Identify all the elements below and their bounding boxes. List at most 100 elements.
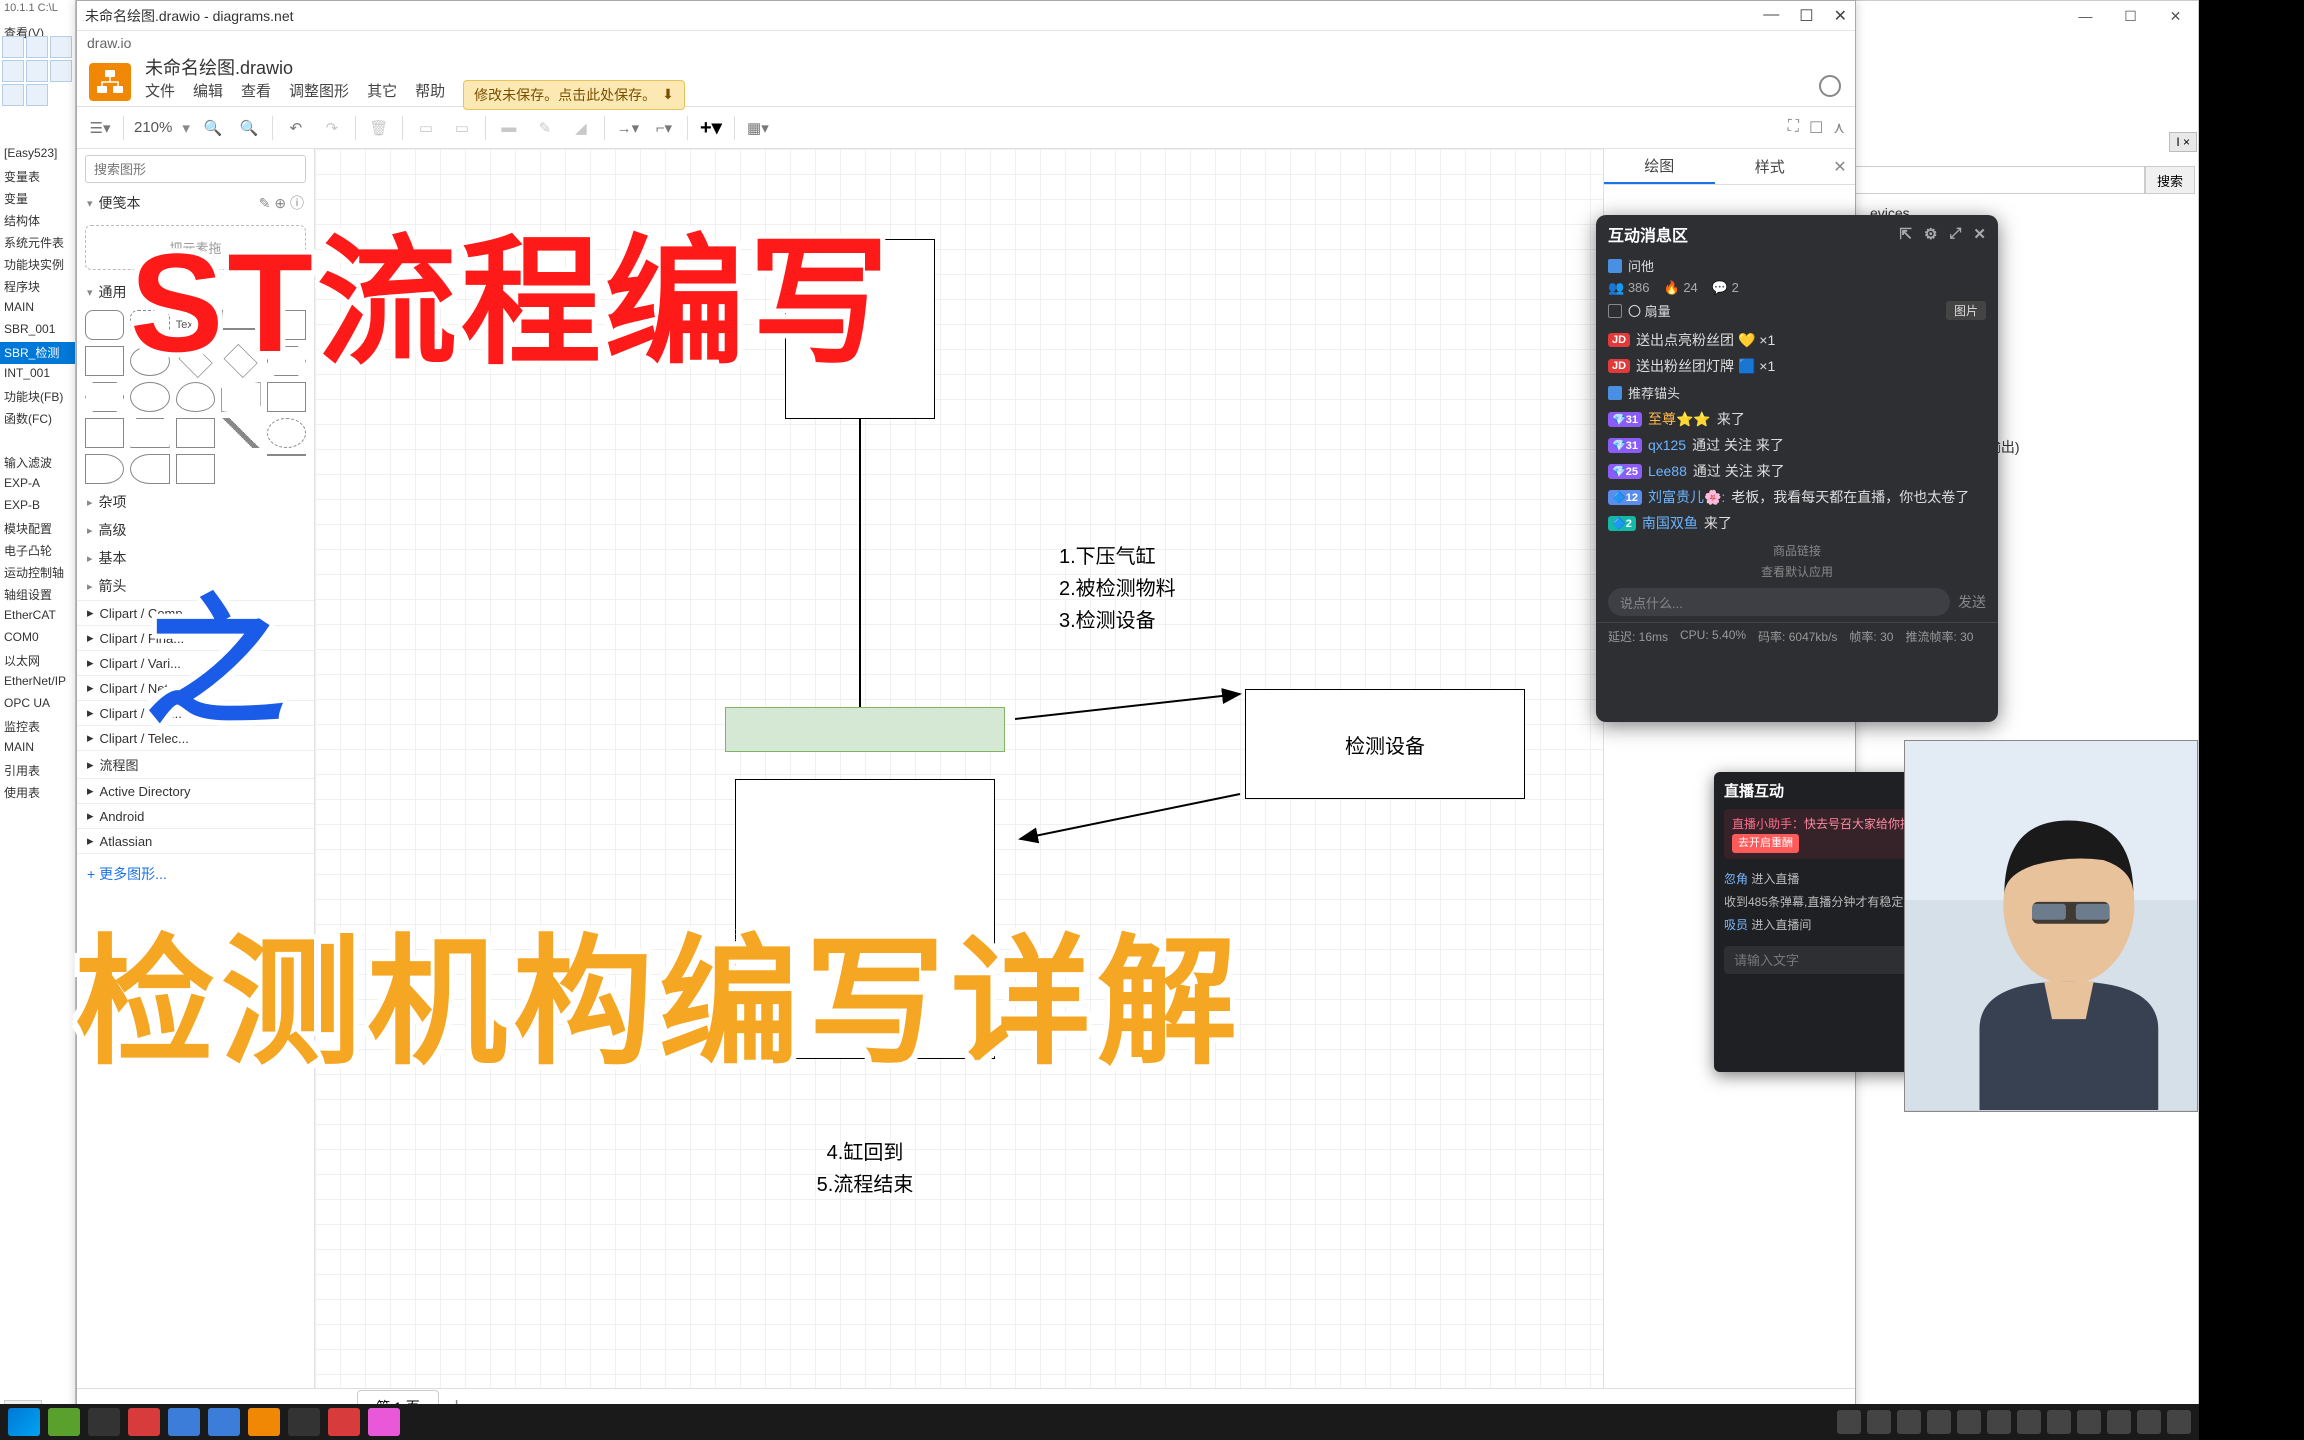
tree-row[interactable]: SBR_001 (0, 320, 75, 342)
menu-help[interactable]: 帮助 (415, 80, 445, 110)
back-min[interactable]: — (2063, 1, 2108, 31)
tree-row[interactable]: 模块配置 (0, 518, 75, 540)
back-tab[interactable]: I × (2169, 132, 2197, 152)
tree-row[interactable]: EtherCAT (0, 606, 75, 628)
win-close-icon[interactable]: ✕ (1834, 6, 1847, 26)
cat-atlassian[interactable]: ▸Atlassian (77, 828, 314, 853)
taskbar-app-icon[interactable] (128, 1408, 160, 1436)
tree-row[interactable]: [Easy523] (0, 144, 75, 166)
panel-close-icon[interactable]: ✕ (1825, 149, 1855, 184)
shape-wave[interactable] (221, 418, 260, 448)
tool-icon[interactable] (26, 36, 48, 58)
tool-icon[interactable] (50, 36, 72, 58)
tray-icon[interactable] (1987, 1410, 2011, 1434)
tray-icon[interactable] (2077, 1410, 2101, 1434)
tray-icon[interactable] (2137, 1410, 2161, 1434)
tree-row[interactable]: EtherNet/IP (0, 672, 75, 694)
tree-row[interactable]: 结构体 (0, 210, 75, 232)
pic-btn[interactable]: 图片 (1946, 301, 1986, 320)
delete-icon[interactable]: 🗑 (366, 115, 392, 141)
shape-dash-ell[interactable] (267, 418, 306, 448)
tray-icon[interactable] (1867, 1410, 1891, 1434)
shadow-icon[interactable]: ◢ (568, 115, 594, 141)
taskbar-app-icon[interactable] (328, 1408, 360, 1436)
chat-link[interactable]: 查看默认应用 (1596, 561, 1998, 582)
settings-icon[interactable]: ⚙ (1924, 225, 1937, 243)
menu-arrange[interactable]: 调整图形 (289, 80, 349, 110)
shape-half1[interactable] (85, 454, 124, 484)
chat-send-button[interactable]: 发送 (1958, 592, 1986, 612)
menu-view[interactable]: 查看 (241, 80, 271, 110)
tree-row[interactable]: EXP-B (0, 496, 75, 518)
tab-diagram[interactable]: 绘图 (1604, 149, 1715, 184)
tray-icon[interactable] (2107, 1410, 2131, 1434)
shape-half2[interactable] (130, 454, 169, 484)
save-hint[interactable]: 修改未保存。点击此处保存。 ⬇ (463, 80, 685, 110)
live-hint-button[interactable]: 去开启重酬 (1732, 834, 1799, 853)
tray-icon[interactable] (1957, 1410, 1981, 1434)
tree-row[interactable]: 输入滤波 (0, 452, 75, 474)
tree-row[interactable]: 函数(FC) (0, 408, 75, 430)
taskbar-app-icon[interactable] (168, 1408, 200, 1436)
cat-flowchart[interactable]: ▸流程图 (77, 750, 314, 778)
shape-note[interactable] (176, 418, 215, 448)
back-search-input[interactable] (1850, 166, 2145, 194)
tool-icon[interactable] (2, 60, 24, 82)
tree-row[interactable]: MAIN (0, 738, 75, 760)
diagram-green-box[interactable] (725, 707, 1005, 752)
tray-icon[interactable] (1837, 1410, 1861, 1434)
tray-icon[interactable] (2017, 1410, 2041, 1434)
tree-row[interactable]: 系统元件表 (0, 232, 75, 254)
tree-row[interactable]: INT_001 (0, 364, 75, 386)
sidebar-toggle-icon[interactable]: ☰▾ (87, 115, 113, 141)
diagram-device-box[interactable]: 检测设备 (1245, 689, 1525, 799)
shape-hexagon2[interactable] (85, 382, 124, 412)
category-advanced[interactable]: ▸高级 (77, 516, 314, 544)
taskbar-app-icon[interactable] (368, 1408, 400, 1436)
tree-row[interactable]: 使用表 (0, 782, 75, 804)
category-misc[interactable]: ▸杂项 (77, 488, 314, 516)
line-icon[interactable]: ✎ (532, 115, 558, 141)
shape-step[interactable] (85, 418, 124, 448)
tool-icon[interactable] (26, 84, 48, 106)
shape-hline[interactable] (267, 454, 306, 484)
tree-row[interactable]: MAIN (0, 298, 75, 320)
shape-trap[interactable] (130, 418, 169, 448)
tree-row[interactable]: 以太网 (0, 650, 75, 672)
front-icon[interactable]: ▭ (413, 115, 439, 141)
shape-misc[interactable] (176, 454, 215, 484)
tree-row[interactable]: 程序块 (0, 276, 75, 298)
connection-icon[interactable]: →▾ (615, 115, 641, 141)
zoom-in-icon[interactable]: 🔍 (200, 115, 226, 141)
taskbar-start-icon[interactable] (8, 1408, 40, 1436)
tree-row[interactable]: 监控表 (0, 716, 75, 738)
collapse-icon[interactable]: ⋏ (1833, 118, 1845, 138)
pin-icon[interactable]: ⇱ (1899, 225, 1912, 243)
taskbar-app-icon[interactable] (208, 1408, 240, 1436)
redo-icon[interactable]: ↷ (319, 115, 345, 141)
zoom-level[interactable]: 210% (134, 119, 172, 136)
fullscreen-icon[interactable]: ⛶ (1788, 118, 1799, 138)
tree-row[interactable]: EXP-A (0, 474, 75, 496)
fill-icon[interactable]: ▬ (496, 115, 522, 141)
tree-row-selected[interactable]: SBR_检测 (0, 342, 75, 364)
table-icon[interactable]: ▦▾ (745, 115, 771, 141)
globe-icon[interactable] (1819, 75, 1841, 97)
format-icon[interactable]: ☐ (1809, 118, 1823, 138)
menu-file[interactable]: 文件 (145, 80, 175, 110)
more-shapes-link[interactable]: + 更多图形... (77, 853, 314, 894)
canvas-text-list1[interactable]: 1.下压气缸 2.被检测物料 3.检测设备 (1059, 541, 1176, 637)
menu-edit[interactable]: 编辑 (193, 80, 223, 110)
tree-row[interactable]: 功能块(FB) (0, 386, 75, 408)
expand-icon[interactable]: ⤢ (1949, 225, 1961, 243)
chat-link[interactable]: 商品链接 (1596, 540, 1998, 561)
tab-style[interactable]: 样式 (1715, 149, 1826, 184)
checkbox-icon[interactable] (1608, 386, 1622, 400)
shape-rect2[interactable] (85, 346, 124, 376)
tree-row[interactable]: 轴组设置 (0, 584, 75, 606)
canvas-text-list2[interactable]: 4.缸回到 5.流程结束 (735, 1137, 995, 1201)
back-search-button[interactable]: 搜索 (2145, 166, 2195, 194)
chat-input[interactable]: 说点什么... (1608, 588, 1950, 616)
win-max-icon[interactable]: ☐ (1799, 6, 1813, 26)
shape-empty[interactable] (221, 454, 260, 484)
